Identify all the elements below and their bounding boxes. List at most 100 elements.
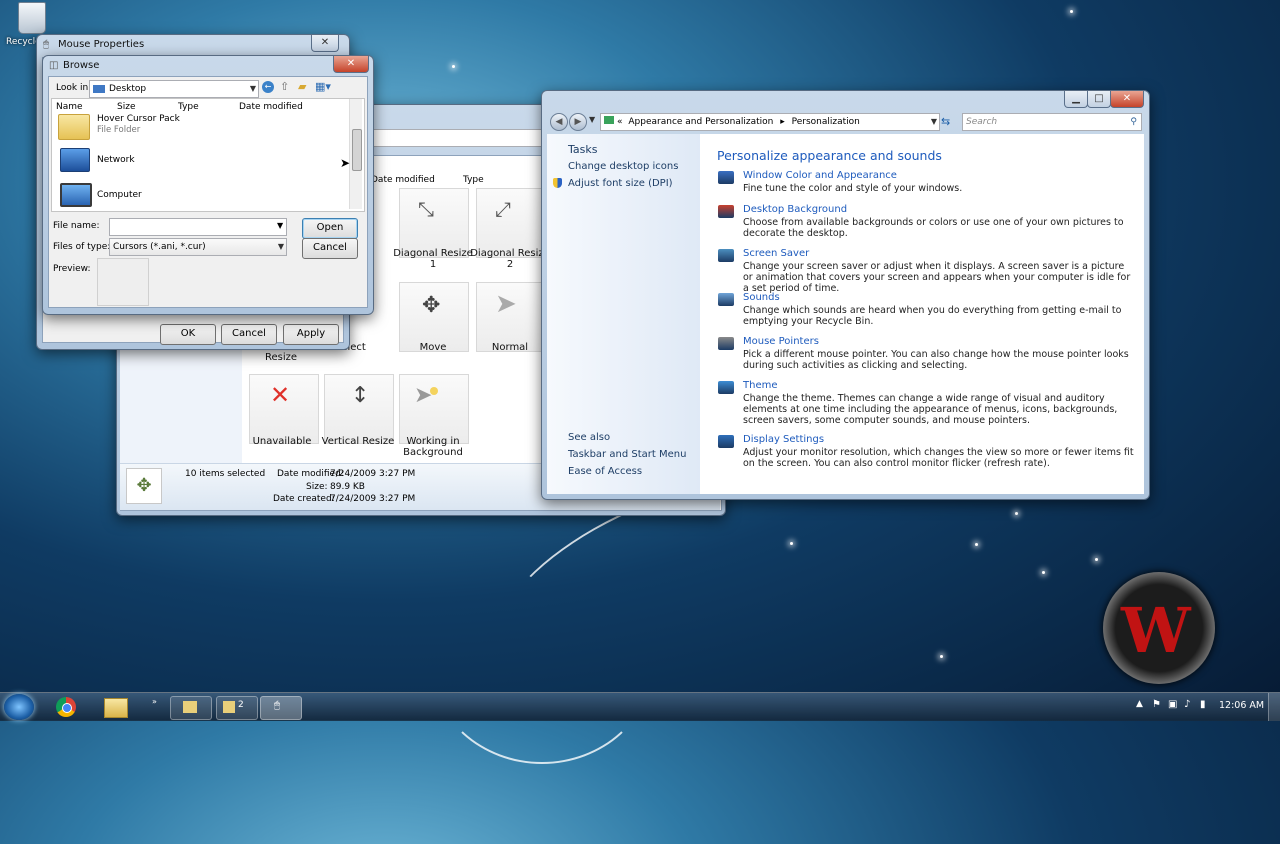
explorer-icon[interactable] — [104, 698, 128, 718]
recent-pages-icon[interactable]: ▼ — [589, 115, 595, 124]
up-folder-icon[interactable]: ⇧ — [280, 80, 289, 93]
breadcrumb-item[interactable]: Personalization — [792, 117, 860, 127]
tile-label: Unavailable — [252, 436, 312, 447]
tile-vertical-resize[interactable]: ↕ — [324, 374, 394, 444]
task-change-desktop-icons[interactable]: Change desktop icons — [568, 161, 678, 172]
status-size-label: Size: — [306, 482, 328, 492]
section-link[interactable]: Sounds — [743, 292, 780, 303]
files-of-type-label: Files of type: — [53, 242, 111, 252]
taskbar-active[interactable]: 🖱 — [260, 696, 302, 720]
screen-saver-icon — [718, 249, 734, 262]
computer-icon — [60, 183, 92, 207]
tile-working-background[interactable]: ➤ — [399, 374, 469, 444]
see-also-ease-of-access[interactable]: Ease of Access — [568, 466, 642, 477]
col-type[interactable]: Type — [178, 102, 199, 112]
apply-button[interactable]: Apply — [283, 324, 339, 345]
maximize-button[interactable]: □ — [1087, 91, 1111, 108]
new-folder-icon[interactable]: ▰ — [298, 80, 306, 93]
look-in-label: Look in: — [56, 83, 92, 93]
section-description: Adjust your monitor resolution, which ch… — [743, 447, 1134, 469]
page-title: Personalize appearance and sounds — [717, 148, 942, 163]
col-date-modified[interactable]: Date modified — [371, 175, 435, 185]
unavailable-icon: ✕ — [270, 381, 291, 409]
start-button[interactable] — [4, 694, 34, 720]
action-center-icon[interactable]: ⚑ — [1152, 699, 1161, 710]
window-color-icon — [718, 171, 734, 184]
theme-icon — [718, 381, 734, 394]
col-type[interactable]: Type — [463, 175, 484, 185]
more-icon: » — [152, 697, 157, 706]
col-name[interactable]: Name — [56, 102, 83, 112]
search-placeholder: Search — [966, 117, 998, 127]
view-menu-icon[interactable]: ▦▾ — [315, 80, 331, 93]
section-link[interactable]: Theme — [743, 380, 778, 391]
show-desktop-button[interactable] — [1268, 693, 1280, 721]
tile-label: Move — [419, 342, 447, 353]
sounds-icon — [718, 293, 734, 306]
browse-title: Browse — [63, 60, 100, 71]
diagonal-resize-2-icon: ⤢ — [495, 197, 511, 221]
mouse-properties-title: Mouse Properties — [58, 39, 145, 50]
control-panel-icon — [604, 116, 614, 124]
see-also-taskbar[interactable]: Taskbar and Start Menu — [568, 449, 686, 460]
list-item[interactable]: Hover Cursor Pack File Folder — [56, 112, 336, 142]
list-item[interactable]: Network — [56, 146, 336, 176]
personalization-close-button[interactable]: ✕ — [1110, 91, 1144, 108]
browse-cancel-button[interactable]: Cancel — [302, 238, 358, 259]
status-size: 89.9 KB — [330, 482, 365, 492]
look-in-value: Desktop — [109, 84, 147, 94]
forward-button[interactable]: ▶ — [569, 113, 587, 131]
section-description: Pick a different mouse pointer. You can … — [743, 349, 1129, 371]
section-link[interactable]: Screen Saver — [743, 248, 809, 259]
mouse-cursor-icon: ➤ — [340, 156, 351, 170]
section-link[interactable]: Desktop Background — [743, 204, 847, 215]
breadcrumb-item[interactable]: Appearance and Personalization — [628, 117, 773, 127]
section-link[interactable]: Window Color and Appearance — [743, 170, 897, 181]
recycle-bin-icon[interactable] — [18, 2, 46, 34]
status-date-modified: 7/24/2009 3:27 PM — [330, 469, 416, 479]
chrome-icon[interactable] — [56, 697, 76, 717]
back-icon[interactable]: ← — [262, 81, 274, 93]
volume-icon[interactable]: ♪ — [1184, 699, 1190, 710]
taskbar-folder[interactable] — [170, 696, 212, 720]
ok-button[interactable]: OK — [160, 324, 216, 345]
section-description: Change which sounds are heard when you d… — [743, 305, 1122, 327]
taskbar-group[interactable]: 2 — [216, 696, 258, 720]
battery-icon[interactable]: ▮ — [1200, 699, 1206, 710]
taskbar: » 2 🖱 ▲ ⚑ ▣ ♪ ▮ 12:06 AM — [0, 692, 1280, 721]
clock[interactable]: 12:06 AM — [1219, 700, 1264, 711]
mouse-props-cancel-button[interactable]: Cancel — [221, 324, 277, 345]
back-button[interactable]: ◀ — [550, 113, 568, 131]
mouse-props-close-button[interactable]: ✕ — [311, 35, 339, 52]
col-size[interactable]: Size — [117, 102, 135, 112]
refresh-icon[interactable]: ⇆ — [941, 115, 950, 128]
minimize-button[interactable]: ▁ — [1064, 91, 1088, 108]
move-icon: ✥ — [422, 293, 441, 318]
open-button[interactable]: Open — [302, 218, 358, 239]
address-bar[interactable]: « Appearance and Personalization ▸ Perso… — [600, 113, 940, 131]
status-date-created: 7/24/2009 3:27 PM — [330, 494, 416, 504]
look-in-select[interactable]: Desktop ▼ — [89, 80, 259, 98]
network-tray-icon[interactable]: ▣ — [1168, 699, 1177, 710]
tray-expand-icon[interactable]: ▲ — [1136, 699, 1143, 709]
taskbar-group-count: 2 — [238, 700, 244, 710]
tile-label: Working in Background — [403, 436, 463, 458]
preview-box — [97, 258, 149, 306]
search-input[interactable]: Search ⚲ — [962, 113, 1142, 131]
browse-close-button[interactable]: ✕ — [333, 56, 369, 73]
list-item[interactable]: Computer — [56, 181, 336, 209]
files-of-type-select[interactable]: Cursors (*.ani, *.cur) ▼ — [109, 238, 287, 256]
vertical-resize-icon: ↕ — [351, 383, 370, 408]
file-list-scrollbar[interactable] — [349, 99, 362, 209]
mouse-pointers-icon — [718, 337, 734, 350]
desktop-background-icon — [718, 205, 734, 218]
section-link[interactable]: Mouse Pointers — [743, 336, 819, 347]
tile-unavailable[interactable]: ✕ — [249, 374, 319, 444]
section-link[interactable]: Display Settings — [743, 434, 824, 445]
file-name-input[interactable] — [109, 218, 287, 236]
breadcrumb-prefix: « — [617, 117, 623, 127]
task-adjust-font-size[interactable]: Adjust font size (DPI) — [568, 178, 673, 189]
col-date-modified[interactable]: Date modified — [239, 102, 303, 112]
diagonal-resize-1-icon: ⤡ — [418, 197, 434, 221]
section-description: Choose from available backgrounds or col… — [743, 217, 1124, 239]
